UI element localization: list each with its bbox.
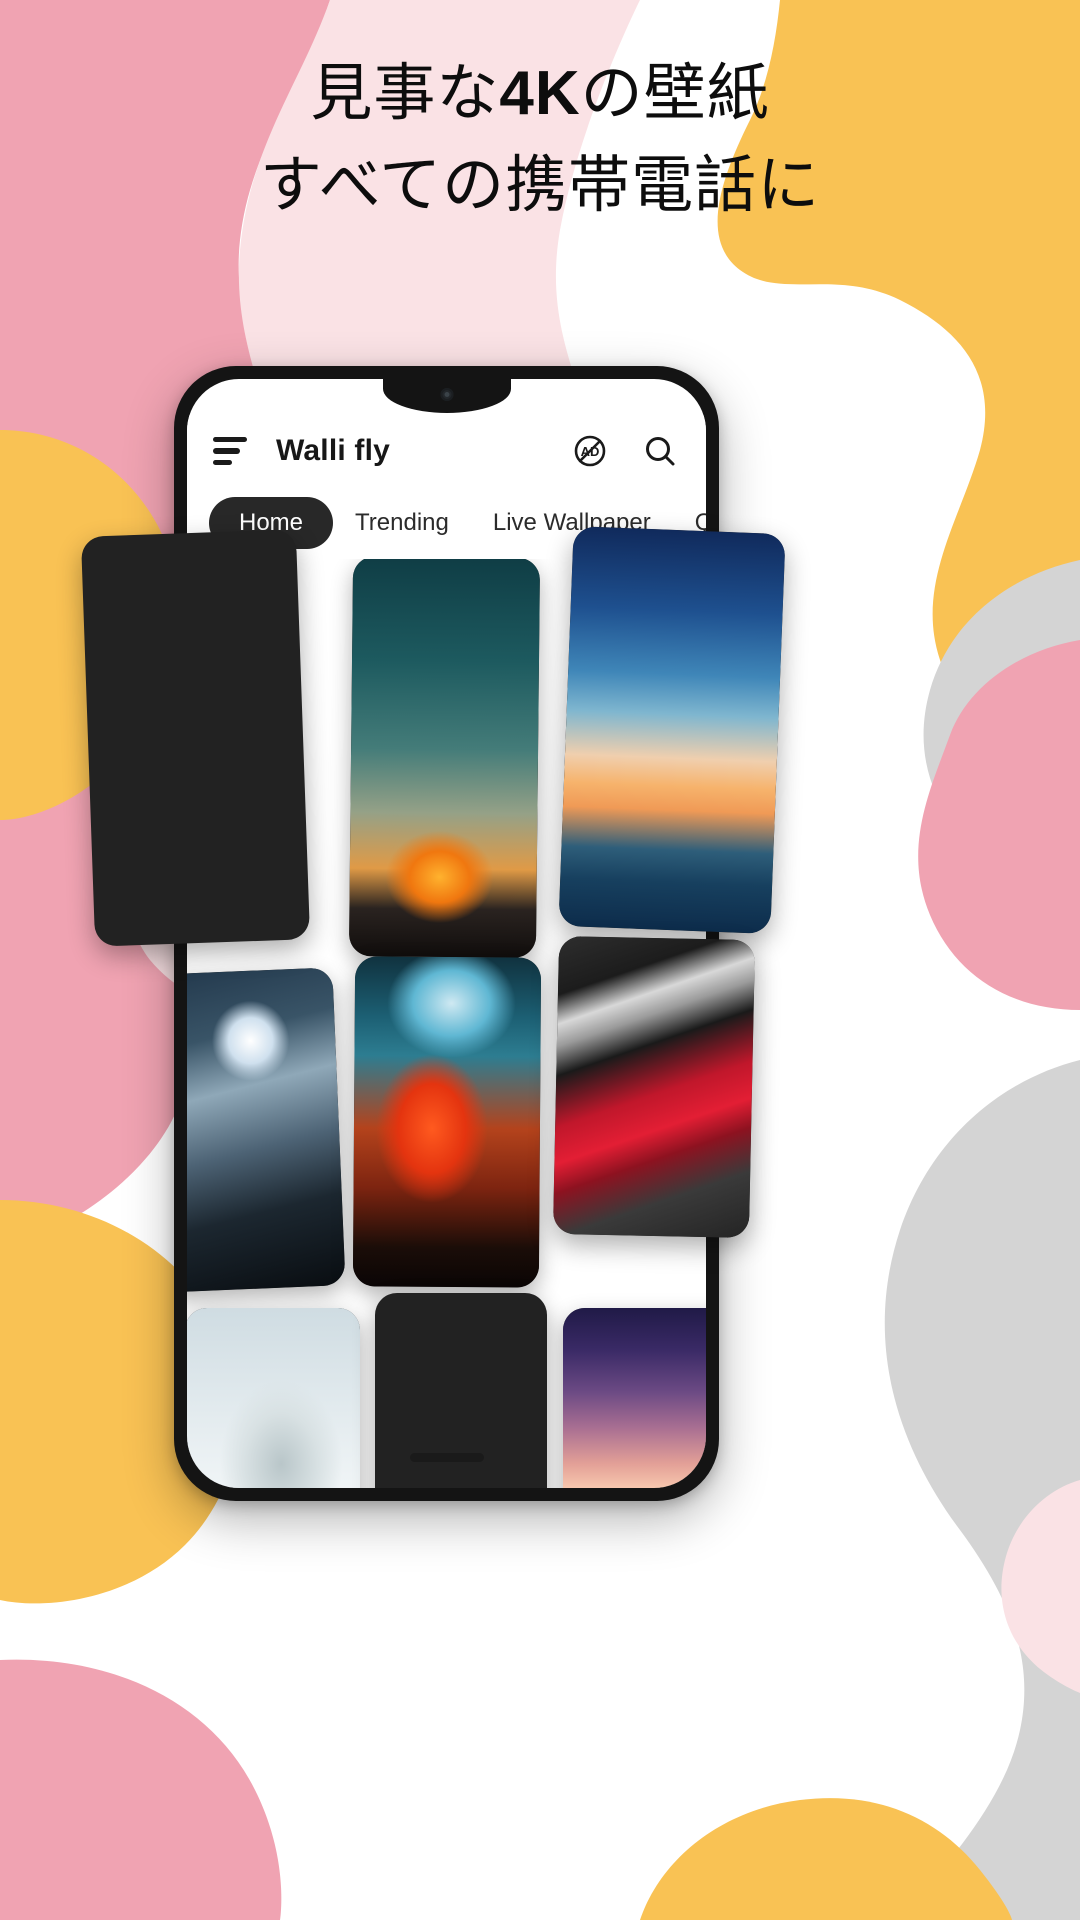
wallpaper-tile-7[interactable] xyxy=(187,1308,360,1488)
wallpaper-lowpoly-mountain-river xyxy=(558,526,786,934)
wallpaper-rain-drops-tree xyxy=(187,1308,360,1488)
wallpaper-tile-4[interactable] xyxy=(187,967,346,1293)
wallpaper-tile-2[interactable] xyxy=(348,556,541,958)
wallpaper-tile-5[interactable] xyxy=(352,956,542,1288)
search-icon[interactable] xyxy=(640,431,680,471)
wallpaper-tile-1[interactable] xyxy=(80,529,311,947)
app-bar: Walli fly AD xyxy=(187,415,706,487)
hamburger-menu-icon[interactable] xyxy=(213,437,247,465)
wallpaper-hand-on-wet-glass xyxy=(352,956,542,1288)
app-bar-actions: AD xyxy=(570,431,680,471)
wallpaper-skyscraper-upward xyxy=(187,967,346,1293)
wallpaper-red-classic-car xyxy=(552,935,756,1239)
no-ads-icon[interactable]: AD xyxy=(570,431,610,471)
wallpaper-tile-6[interactable] xyxy=(552,935,756,1239)
wallpaper-girl-orange-slide xyxy=(81,529,310,946)
wallpaper-fishermen-sunset xyxy=(348,556,541,958)
promo-screenshot: 見事な4Kの壁紙 すべての携帯電話に Walli fly AD xyxy=(0,0,1080,1920)
wallpaper-tile-3[interactable] xyxy=(558,526,786,934)
home-indicator xyxy=(409,1453,484,1462)
tab-trending[interactable]: Trending xyxy=(333,497,471,549)
app-title: Walli fly xyxy=(276,434,391,467)
phone-notch xyxy=(382,379,511,413)
front-camera-icon xyxy=(440,388,453,401)
wallpaper-tile-9[interactable] xyxy=(563,1308,706,1488)
wallpaper-pastel-sunset-sea xyxy=(563,1308,706,1488)
